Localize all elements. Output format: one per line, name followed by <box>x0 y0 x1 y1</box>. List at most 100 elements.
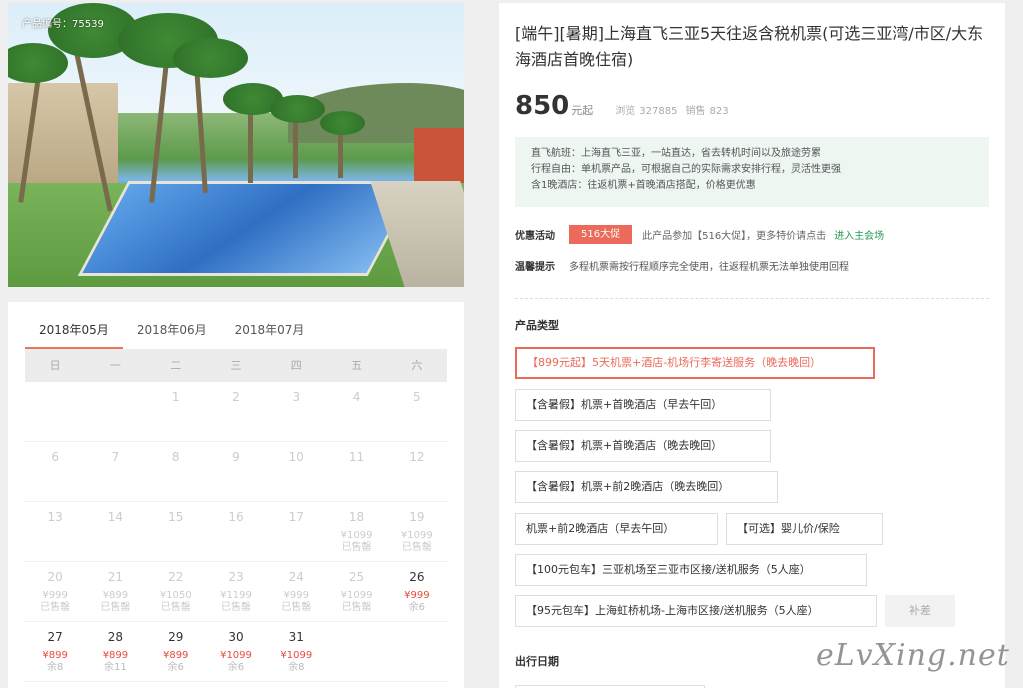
tab-month-june[interactable]: 2018年06月 <box>123 316 221 350</box>
palm-frond <box>270 95 325 123</box>
calendar-day: 6 <box>25 442 85 501</box>
day-price: ¥1199 <box>220 590 252 601</box>
feature-box: 直飞航班：上海直飞三亚，一站直达，省去转机时间以及旅途劳累 行程自由：单机票产品… <box>515 137 989 207</box>
calendar-week-row: 6 7 8 9 10 11 12 <box>25 442 447 502</box>
day-stock: 已售罄 <box>341 602 372 613</box>
tip-text: 多程机票需按行程顺序完全使用，往返程机票无法单独使用回程 <box>569 261 849 273</box>
calendar-day[interactable]: 30 ¥1099 余6 <box>206 622 266 681</box>
month-tabs: 2018年05月 2018年06月 2018年07月 <box>25 316 318 350</box>
calendar-day[interactable]: 27 ¥899 余8 <box>25 622 85 681</box>
day-stock: 已售罄 <box>281 602 312 613</box>
day-number: 18 <box>348 510 365 524</box>
option-summer-first-night-early[interactable]: 【含暑假】机票+首晚酒店（早去午回） <box>515 389 771 421</box>
day-stock: 已售罄 <box>160 602 191 613</box>
day-price: ¥1099 <box>280 650 313 661</box>
option-summer-two-nights-late[interactable]: 【含暑假】机票+前2晚酒店（晚去晚回） <box>515 471 778 503</box>
calendar-day: 18 ¥1099 已售罄 <box>326 502 386 561</box>
day-stock: 余6 <box>408 602 426 613</box>
day-price: ¥1099 <box>340 530 373 541</box>
day-number: 7 <box>111 450 120 464</box>
photo-pool <box>77 181 419 276</box>
day-price: ¥999 <box>283 590 309 601</box>
calendar-rows: 1 2 3 4 5 6 7 8 9 10 11 12 13 14 15 16 17 18 ¥1099 已售罄 19 ¥10… <box>25 382 447 682</box>
tab-month-july[interactable]: 2018年07月 <box>221 316 319 350</box>
calendar-day: 24 ¥999 已售罄 <box>266 562 326 621</box>
day-price: ¥1099 <box>340 590 373 601</box>
day-number: 22 <box>168 570 184 584</box>
option-summer-first-night-late[interactable]: 【含暑假】机票+首晚酒店（晚去晚回） <box>515 430 771 462</box>
calendar-empty-cell <box>387 622 447 681</box>
calendar-week-row: 27 ¥899 余8 28 ¥899 余11 29 ¥899 余6 30 ¥1099 余6 31 ¥109… <box>25 622 447 682</box>
travel-date-title: 出行日期 <box>515 655 559 668</box>
day-number: 2 <box>232 390 240 404</box>
calendar-day: 21 ¥899 已售罄 <box>85 562 145 621</box>
day-stock: 余8 <box>46 662 64 673</box>
day-number <box>387 630 447 645</box>
weekday-header: 日 一 二 三 四 五 六 <box>25 349 447 382</box>
option-sanya-transfer[interactable]: 【100元包车】三亚机场至三亚市区接/送机服务（5人座） <box>515 554 867 586</box>
day-number: 26 <box>409 570 425 584</box>
day-price: ¥899 <box>102 650 129 661</box>
feature-line: 直飞航班：上海直飞三亚，一站直达，省去转机时间以及旅途劳累 <box>531 148 821 159</box>
calendar-day: 11 <box>326 442 386 501</box>
option-hongqiao-transfer[interactable]: 【95元包车】上海虹桥机场-上海市区接/送机服务（5人座） <box>515 595 877 627</box>
product-photo: 产品编号：75539 <box>8 3 464 287</box>
day-stock: 已售罄 <box>220 602 251 613</box>
calendar-grid: 日 一 二 三 四 五 六 1 2 3 4 5 6 7 8 9 10 11 12 13 14 15 16 17 1… <box>25 349 447 682</box>
day-number <box>326 630 386 645</box>
calendar-day: 19 ¥1099 已售罄 <box>387 502 447 561</box>
day-number: 15 <box>168 510 184 524</box>
day-number: 9 <box>232 450 240 464</box>
calendar-day[interactable]: 31 ¥1099 余8 <box>266 622 326 681</box>
day-price: ¥999 <box>404 590 430 601</box>
day-stock: 余8 <box>288 662 305 673</box>
weekday-label: 四 <box>290 359 302 372</box>
calendar-day[interactable]: 26 ¥999 余6 <box>387 562 447 621</box>
calendar-day: 25 ¥1099 已售罄 <box>326 562 386 621</box>
day-number: 8 <box>171 450 180 464</box>
weekday-label: 五 <box>351 359 363 372</box>
tab-month-may[interactable]: 2018年05月 <box>25 316 123 350</box>
calendar-card: 2018年05月 2018年06月 2018年07月 日 一 二 三 四 五 六… <box>8 302 464 688</box>
calendar-day: 5 <box>387 382 447 441</box>
option-two-nights-early[interactable]: 机票+前2晚酒店（早去午回） <box>515 513 718 545</box>
watermark: eLvXing.net <box>816 638 1010 673</box>
day-price: ¥999 <box>42 590 68 601</box>
calendar-day: 2 <box>206 382 266 441</box>
calendar-day: 23 ¥1199 已售罄 <box>206 562 266 621</box>
promo-text: 此产品参加【516大促】，更多特价请点击 <box>642 230 827 242</box>
weekday-label: 二 <box>170 359 182 372</box>
weekday-label: 日 <box>49 359 61 372</box>
day-number: 25 <box>348 570 365 584</box>
divider <box>515 298 989 299</box>
promo-link[interactable]: 进入主会场 <box>834 227 884 242</box>
day-number: 16 <box>228 510 244 524</box>
day-number: 23 <box>228 570 244 584</box>
promo-row: 优惠活动 516大促 此产品参加【516大促】，更多特价请点击 进入主会场 <box>515 224 884 244</box>
calendar-day[interactable]: 29 ¥899 余6 <box>146 622 206 681</box>
day-number <box>25 390 85 405</box>
day-stock: 余11 <box>104 662 127 673</box>
product-id-label: 产品编号：75539 <box>22 19 104 30</box>
option-supplement[interactable]: 补差 <box>885 595 955 627</box>
calendar-empty-cell <box>85 382 145 441</box>
option-899-luggage[interactable]: 【899元起】5天机票+酒店-机场行李寄送服务（晚去晚回） <box>515 347 875 379</box>
calendar-day: 17 <box>266 502 326 561</box>
calendar-day: 8 <box>146 442 206 501</box>
calendar-day: 9 <box>206 442 266 501</box>
day-number: 21 <box>107 570 124 584</box>
weekday-label: 六 <box>411 359 423 372</box>
option-infant-insurance[interactable]: 【可选】婴儿价/保险 <box>726 513 883 545</box>
calendar-day: 7 <box>85 442 145 501</box>
calendar-day[interactable]: 28 ¥899 余11 <box>85 622 145 681</box>
calendar-day: 20 ¥999 已售罄 <box>25 562 85 621</box>
day-number: 14 <box>107 510 124 524</box>
day-price: ¥1099 <box>220 650 252 661</box>
calendar-day: 14 <box>85 502 145 561</box>
price-unit: 元起 <box>571 104 594 117</box>
day-stock: 余6 <box>167 662 184 673</box>
day-number: 4 <box>352 390 361 404</box>
day-number <box>85 390 145 405</box>
calendar-empty-cell <box>25 382 85 441</box>
day-number: 13 <box>47 510 63 524</box>
